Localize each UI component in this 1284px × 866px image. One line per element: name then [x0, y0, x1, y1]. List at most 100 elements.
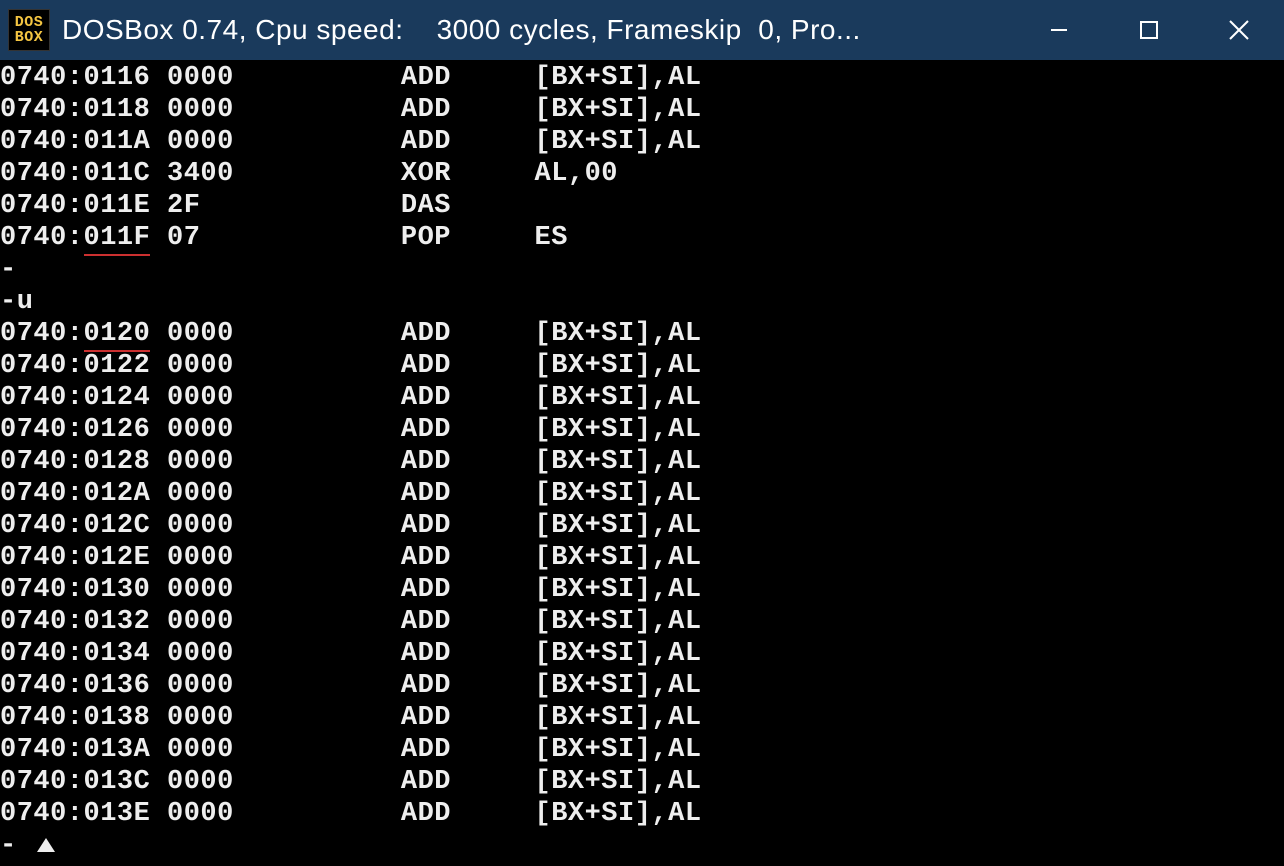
operands: [BX+SI],AL — [535, 510, 702, 542]
operands: [BX+SI],AL — [535, 414, 702, 446]
maximize-button[interactable] — [1104, 0, 1194, 60]
bytes: 0000 — [167, 702, 401, 734]
operands: [BX+SI],AL — [535, 318, 702, 350]
bytes: 0000 — [167, 734, 401, 766]
close-button[interactable] — [1194, 0, 1284, 60]
disasm-row: 0740:012E 0000 ADD [BX+SI],AL — [0, 542, 1284, 574]
segment: 0740: — [0, 638, 84, 670]
bytes: 0000 — [167, 62, 401, 94]
operands: [BX+SI],AL — [535, 606, 702, 638]
offset: 011E — [84, 190, 151, 222]
operands: [BX+SI],AL — [535, 798, 702, 830]
disasm-row: 0740:013E 0000 ADD [BX+SI],AL — [0, 798, 1284, 830]
command-line: -u — [0, 286, 1284, 318]
segment: 0740: — [0, 318, 84, 350]
app-icon-top: DOS — [15, 15, 44, 30]
disasm-row: 0740:0130 0000 ADD [BX+SI],AL — [0, 574, 1284, 606]
bytes: 0000 — [167, 766, 401, 798]
app-icon: DOS BOX — [8, 9, 50, 51]
disasm-row: 0740:0124 0000 ADD [BX+SI],AL — [0, 382, 1284, 414]
disasm-row: 0740:0136 0000 ADD [BX+SI],AL — [0, 670, 1284, 702]
mnemonic: ADD — [401, 510, 535, 542]
maximize-icon — [1138, 19, 1160, 41]
disasm-row: 0740:0118 0000 ADD [BX+SI],AL — [0, 94, 1284, 126]
disasm-row: 0740:0126 0000 ADD [BX+SI],AL — [0, 414, 1284, 446]
bytes: 0000 — [167, 638, 401, 670]
bytes: 0000 — [167, 446, 401, 478]
segment: 0740: — [0, 190, 84, 222]
operands: [BX+SI],AL — [535, 126, 702, 158]
segment: 0740: — [0, 510, 84, 542]
bytes: 0000 — [167, 94, 401, 126]
mnemonic: ADD — [401, 542, 535, 574]
prompt-line[interactable]: - — [0, 830, 1284, 862]
segment: 0740: — [0, 702, 84, 734]
segment: 0740: — [0, 62, 84, 94]
segment: 0740: — [0, 158, 84, 190]
operands: [BX+SI],AL — [535, 478, 702, 510]
window-controls — [1014, 0, 1284, 60]
mnemonic: ADD — [401, 126, 535, 158]
segment: 0740: — [0, 446, 84, 478]
offset: 012A — [84, 478, 151, 510]
offset: 0136 — [84, 670, 151, 702]
offset: 012C — [84, 510, 151, 542]
offset: 011C — [84, 158, 151, 190]
operands: AL,00 — [535, 158, 619, 190]
bytes: 3400 — [167, 158, 401, 190]
operands: [BX+SI],AL — [535, 350, 702, 382]
disasm-row: 0740:013C 0000 ADD [BX+SI],AL — [0, 766, 1284, 798]
app-icon-bottom: BOX — [15, 30, 44, 45]
mnemonic: XOR — [401, 158, 535, 190]
bytes: 0000 — [167, 318, 401, 350]
titlebar[interactable]: DOS BOX DOSBox 0.74, Cpu speed: 3000 cyc… — [0, 0, 1284, 60]
mnemonic: ADD — [401, 318, 535, 350]
mnemonic: ADD — [401, 638, 535, 670]
prompt-line: - — [0, 254, 1284, 286]
operands: [BX+SI],AL — [535, 382, 702, 414]
disasm-row: 0740:012A 0000 ADD [BX+SI],AL — [0, 478, 1284, 510]
segment: 0740: — [0, 574, 84, 606]
terminal-output[interactable]: 0740:0116 0000 ADD [BX+SI],AL0740:0118 0… — [0, 60, 1284, 862]
mnemonic: DAS — [401, 190, 535, 222]
bytes: 0000 — [167, 414, 401, 446]
offset: 013A — [84, 734, 151, 766]
mnemonic: POP — [401, 222, 535, 254]
minimize-button[interactable] — [1014, 0, 1104, 60]
disasm-row: 0740:0138 0000 ADD [BX+SI],AL — [0, 702, 1284, 734]
mnemonic: ADD — [401, 798, 535, 830]
segment: 0740: — [0, 126, 84, 158]
bytes: 0000 — [167, 478, 401, 510]
bytes: 07 — [167, 222, 401, 254]
operands: [BX+SI],AL — [535, 94, 702, 126]
mnemonic: ADD — [401, 670, 535, 702]
disasm-row: 0740:0128 0000 ADD [BX+SI],AL — [0, 446, 1284, 478]
segment: 0740: — [0, 798, 84, 830]
offset: 0132 — [84, 606, 151, 638]
mnemonic: ADD — [401, 478, 535, 510]
operands: [BX+SI],AL — [535, 574, 702, 606]
operands: [BX+SI],AL — [535, 62, 702, 94]
disasm-row: 0740:0132 0000 ADD [BX+SI],AL — [0, 606, 1284, 638]
disasm-row: 0740:012C 0000 ADD [BX+SI],AL — [0, 510, 1284, 542]
segment: 0740: — [0, 382, 84, 414]
bytes: 0000 — [167, 350, 401, 382]
operands: [BX+SI],AL — [535, 702, 702, 734]
close-icon — [1226, 17, 1252, 43]
segment: 0740: — [0, 94, 84, 126]
segment: 0740: — [0, 542, 84, 574]
operands: [BX+SI],AL — [535, 766, 702, 798]
bytes: 0000 — [167, 542, 401, 574]
minimize-icon — [1047, 18, 1071, 42]
segment: 0740: — [0, 734, 84, 766]
mnemonic: ADD — [401, 606, 535, 638]
disasm-row: 0740:0116 0000 ADD [BX+SI],AL — [0, 62, 1284, 94]
disasm-row: 0740:013A 0000 ADD [BX+SI],AL — [0, 734, 1284, 766]
offset-highlight: 0120 — [84, 318, 151, 350]
segment: 0740: — [0, 670, 84, 702]
operands: [BX+SI],AL — [535, 638, 702, 670]
bytes: 0000 — [167, 510, 401, 542]
disasm-row: 0740:0122 0000 ADD [BX+SI],AL — [0, 350, 1284, 382]
mnemonic: ADD — [401, 734, 535, 766]
disasm-row: 0740:0134 0000 ADD [BX+SI],AL — [0, 638, 1284, 670]
